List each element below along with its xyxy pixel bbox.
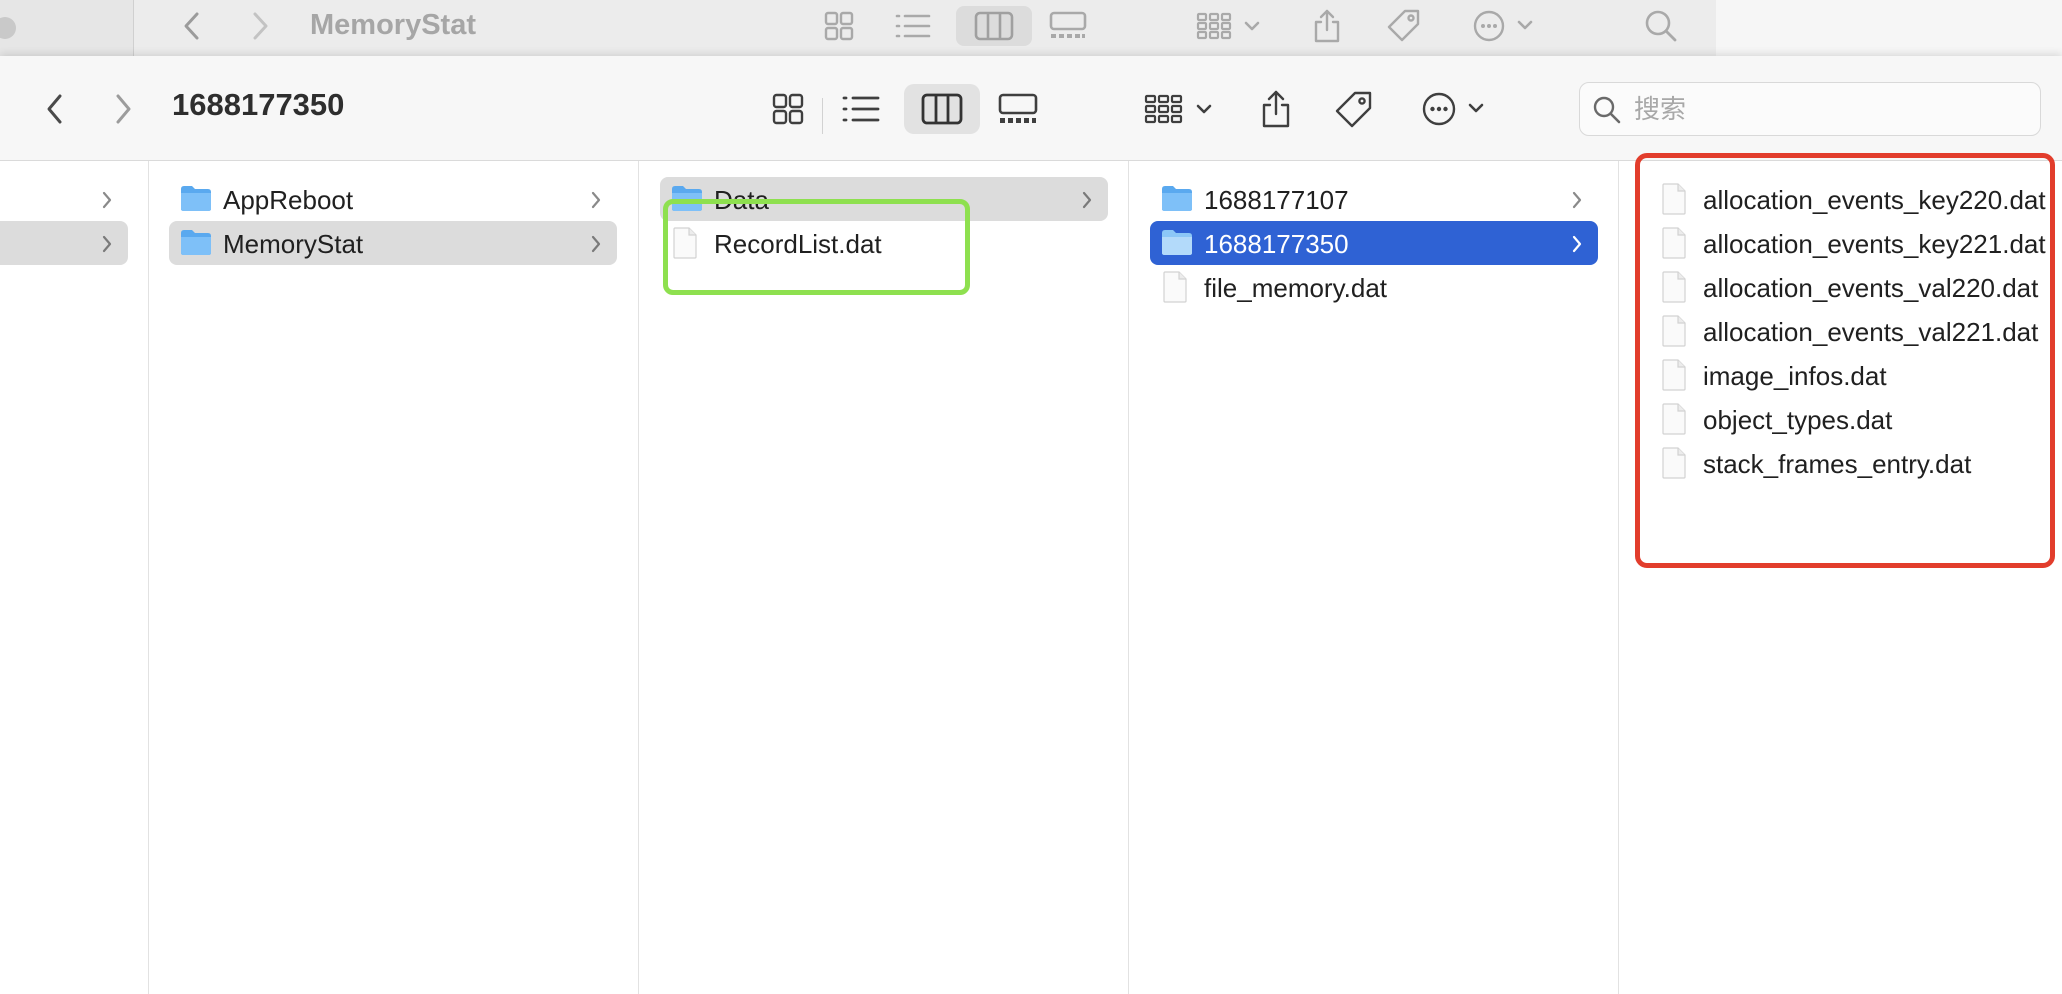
column-view-button[interactable] (904, 84, 980, 134)
back-chevron-icon[interactable] (176, 6, 206, 46)
column-2: AppReboot MemoryStat (149, 161, 639, 994)
finder-toolbar: 1688177350 (0, 56, 2062, 161)
chevron-right-icon (100, 187, 114, 218)
search-input[interactable] (1632, 83, 2032, 137)
gallery-view-button[interactable] (996, 88, 1040, 130)
search-icon[interactable] (1644, 6, 1678, 46)
folder-icon (1160, 227, 1194, 264)
share-button[interactable] (1258, 84, 1294, 134)
chevron-right-icon (116, 94, 131, 124)
list-item-file-memory[interactable]: file_memory.dat (1150, 265, 1598, 309)
file-icon (1160, 271, 1190, 310)
list-item-label: file_memory.dat (1204, 273, 1388, 303)
chevron-left-icon (47, 94, 62, 124)
column-view-icon[interactable] (956, 6, 1032, 46)
share-icon[interactable] (1310, 6, 1344, 46)
forward-button[interactable] (106, 88, 142, 130)
group-by-button[interactable] (1144, 88, 1218, 130)
tag-icon (1335, 91, 1372, 128)
chevron-right-icon (589, 231, 603, 262)
list-item-appreboot[interactable]: AppReboot (169, 177, 617, 221)
more-actions-button[interactable] (1420, 86, 1496, 132)
list-item-memorystat[interactable]: MemoryStat (169, 221, 617, 265)
background-window-toolbar: MemoryStat (0, 0, 1716, 57)
list-item-label: MemoryStat (223, 229, 364, 259)
icon-view-icon[interactable] (822, 6, 856, 46)
toolbar-separator (822, 98, 823, 134)
column-1 (0, 161, 149, 994)
column-view-icon (921, 93, 963, 125)
icon-view-button[interactable] (768, 88, 808, 130)
list-item[interactable] (0, 177, 128, 221)
list-view-icon (842, 96, 880, 122)
group-by-icon (1144, 94, 1212, 124)
folder-icon (179, 227, 213, 264)
gallery-view-icon (998, 93, 1038, 123)
column-4: 1688177107 1688177350 file_memory.dat (1129, 161, 1619, 994)
window-control-icon[interactable] (0, 17, 16, 39)
share-icon (1262, 90, 1290, 128)
list-item-1688177107[interactable]: 1688177107 (1150, 177, 1598, 221)
more-actions-icon[interactable] (1472, 6, 1544, 46)
forward-chevron-icon[interactable] (246, 6, 276, 46)
chevron-right-icon (1080, 187, 1094, 218)
tag-button[interactable] (1332, 86, 1376, 132)
highlight-box-green (663, 199, 970, 295)
background-sidebar-edge (0, 0, 134, 56)
list-item-label: AppReboot (223, 185, 354, 215)
screen: MemoryStat 1688177350 搜索 AppReboot Memor… (0, 0, 2062, 994)
desktop-background (1716, 0, 2062, 56)
chevron-right-icon (1570, 231, 1584, 262)
icon-view-icon (772, 93, 804, 125)
tag-icon[interactable] (1384, 6, 1424, 46)
chevron-right-icon (100, 231, 114, 262)
highlight-box-red (1635, 153, 2055, 568)
list-view-button[interactable] (838, 88, 884, 130)
list-item-label: 1688177107 (1204, 185, 1349, 215)
background-window-title: MemoryStat (310, 9, 476, 41)
more-actions-icon (1422, 92, 1484, 126)
folder-icon (179, 183, 213, 220)
list-item-selected[interactable] (0, 221, 128, 265)
search-field[interactable] (1579, 82, 2041, 137)
list-view-icon[interactable] (894, 6, 932, 46)
list-item-label: 1688177350 (1204, 229, 1349, 259)
folder-icon (1160, 183, 1194, 220)
gallery-view-icon[interactable] (1048, 6, 1088, 46)
list-item-1688177350[interactable]: 1688177350 (1150, 221, 1598, 265)
window-title: 1688177350 (172, 87, 345, 122)
back-button[interactable] (36, 88, 72, 130)
group-by-icon[interactable] (1196, 6, 1266, 46)
search-icon (1592, 95, 1622, 130)
chevron-right-icon (589, 187, 603, 218)
chevron-right-icon (1570, 187, 1584, 218)
